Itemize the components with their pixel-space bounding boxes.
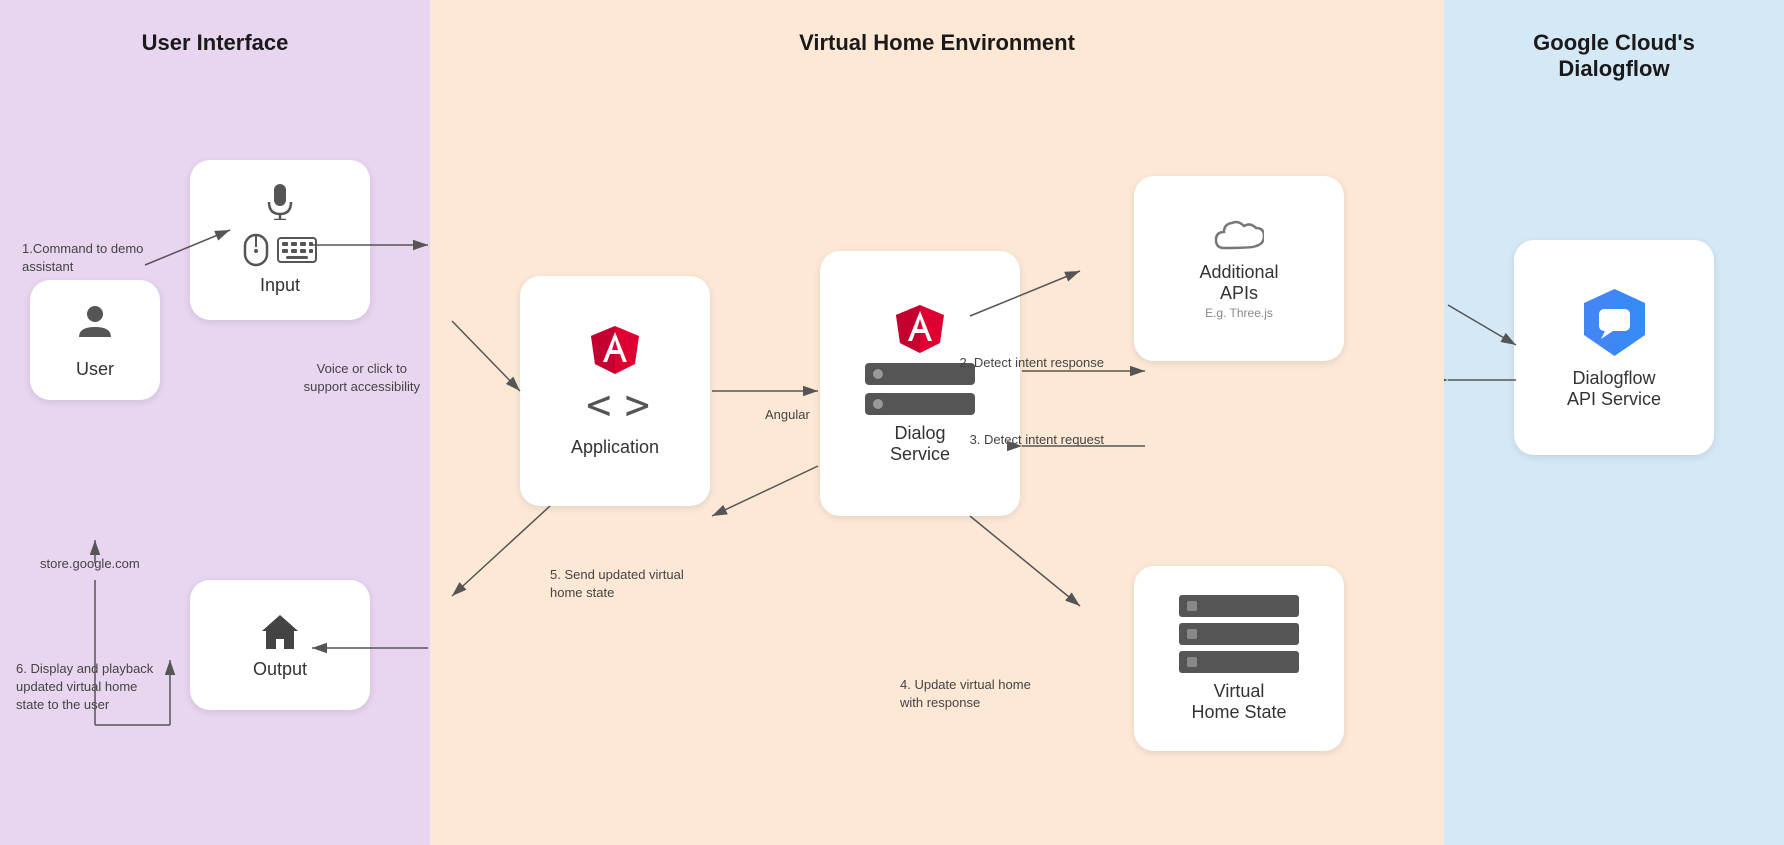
angular-logo-app (589, 324, 641, 376)
output-label: Output (253, 659, 307, 680)
additional-apis-label: Additional APIs (1199, 262, 1278, 304)
dialogflow-icon (1577, 285, 1652, 360)
vhe-section: Virtual Home Environment < > Application (430, 0, 1444, 845)
vhe-content: < > Application Dialog Service (450, 76, 1424, 815)
gc-section-title: Google Cloud's Dialogflow (1533, 30, 1695, 82)
additional-apis-sublabel: E.g. Three.js (1205, 306, 1273, 320)
ui-arrows-svg (0, 0, 430, 845)
voice-click-label: Voice or click to support accessibility (304, 360, 420, 396)
db-row-1 (1179, 595, 1299, 617)
virtual-home-state-label: Virtual Home State (1191, 681, 1286, 723)
additional-apis-card: Additional APIs E.g. Three.js (1134, 176, 1344, 361)
output-card: Output (190, 580, 370, 710)
dialogflow-label: Dialogflow API Service (1567, 368, 1661, 410)
gc-section: Google Cloud's Dialogflow Dialogflow API… (1444, 0, 1784, 845)
input-card: Input (190, 160, 370, 320)
user-label: User (76, 359, 114, 380)
db-rows (1179, 595, 1299, 673)
person-icon (75, 301, 115, 351)
ui-section: User Interface User (0, 0, 430, 845)
db-row-3 (1179, 651, 1299, 673)
angular-label: Angular (765, 406, 810, 424)
ui-section-title: User Interface (142, 30, 289, 56)
server-row-2 (865, 393, 975, 415)
dialog-service-card: Dialog Service (820, 251, 1020, 516)
application-card: < > Application (520, 276, 710, 506)
db-row-2 (1179, 623, 1299, 645)
dialog-service-label: Dialog Service (890, 423, 950, 465)
virtual-home-state-card: Virtual Home State (1134, 566, 1344, 751)
send-state-label: 5. Send updated virtual home state (550, 566, 684, 602)
dialogflow-card: Dialogflow API Service (1514, 240, 1714, 455)
mouse-icon (243, 233, 269, 267)
detect-response-label: 2. Detect intent response (959, 354, 1104, 372)
angular-logo-dialog (894, 303, 946, 355)
input-icons (243, 233, 317, 267)
store-google-label: store.google.com (40, 555, 140, 573)
cloud-icon (1214, 218, 1264, 254)
update-virtual-label: 4. Update virtual home with response (900, 676, 1031, 712)
mic-icon (266, 184, 294, 225)
code-brackets: < > (586, 380, 644, 429)
input-label: Input (260, 275, 300, 296)
home-icon (260, 611, 300, 651)
command-label: 1.Command to demo assistant (22, 240, 143, 276)
display-playback-label: 6. Display and playback updated virtual … (16, 660, 153, 715)
application-label: Application (571, 437, 659, 458)
keyboard-icon (277, 237, 317, 263)
detect-request-label: 3. Detect intent request (970, 431, 1104, 449)
user-card: User (30, 280, 160, 400)
vhe-section-title: Virtual Home Environment (799, 30, 1075, 56)
